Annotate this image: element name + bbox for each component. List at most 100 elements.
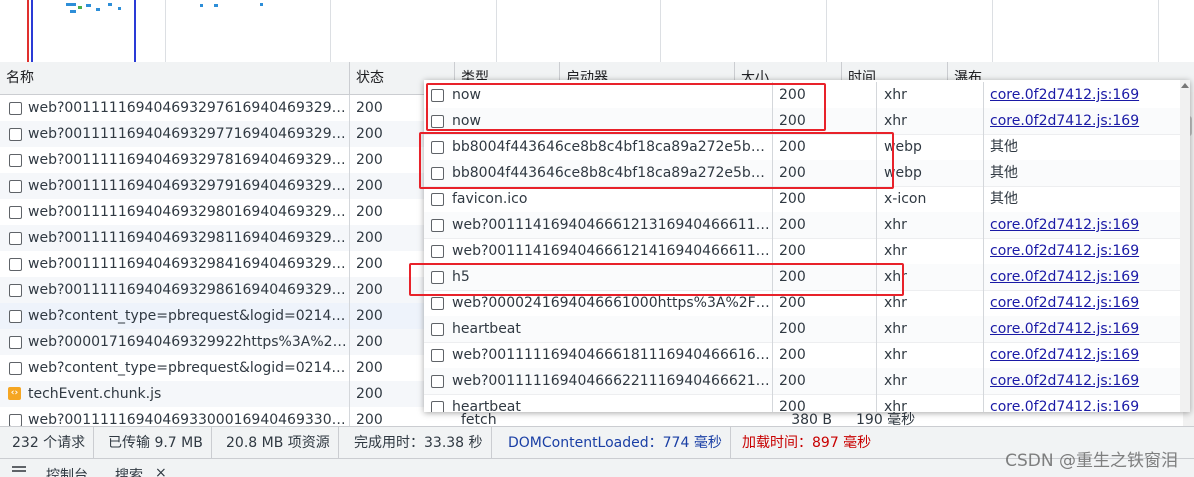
request-type: xhr [877, 394, 984, 412]
request-status: 200 [356, 126, 383, 142]
request-status: 200 [773, 264, 877, 290]
list-item[interactable]: web?00111116940466622111694046662163|...… [424, 368, 1190, 395]
overview-gridline [330, 0, 331, 62]
request-status: 200 [773, 394, 877, 412]
request-status: 200 [356, 308, 383, 324]
request-name: web?00111116940469329861694046932975|... [0, 277, 350, 303]
transferred-size: 已传输 9.7 MB [100, 427, 212, 459]
request-name: web?00001716940469329922https%3A%2F%2... [0, 329, 350, 355]
request-type: webp [877, 160, 984, 186]
initiator-link[interactable]: core.0f2d7412.js:169 [984, 368, 1190, 394]
list-item[interactable]: web?00002416940466610​00https%3A%2F%2...… [424, 290, 1190, 317]
request-name: web?00111416940466612131694046661105|... [424, 212, 773, 238]
watermark: CSDN @重生之铁窗泪 [1005, 451, 1178, 471]
request-status: 200 [356, 334, 383, 350]
request-name: favicon.ico [424, 186, 773, 212]
request-status: 200 [356, 178, 383, 194]
popup-scrollbar[interactable] [1180, 80, 1190, 412]
request-name: heartbeat [424, 394, 773, 412]
overview-bar [86, 4, 91, 7]
initiator-link[interactable]: core.0f2d7412.js:169 [984, 264, 1190, 290]
request-type: xhr [877, 316, 984, 342]
overview-bar [96, 8, 100, 11]
request-status: 200 [356, 360, 383, 376]
load-marker-line [27, 0, 29, 62]
request-status: 200 [356, 100, 383, 116]
overview-gridline [1158, 0, 1159, 62]
request-name: web?00111116940469329781694046932970|... [0, 147, 350, 173]
request-name: heartbeat [424, 316, 773, 342]
initiator-link[interactable]: core.0f2d7412.js:169 [984, 82, 1190, 108]
menu-icon[interactable] [12, 470, 26, 472]
request-name: h5 [424, 264, 773, 290]
list-item[interactable]: web?00111416940466612131694046661105|...… [424, 212, 1190, 239]
list-item[interactable]: web?00111116940466618111694046661614|...… [424, 342, 1190, 369]
overview-gridline [165, 0, 166, 62]
scroll-up-arrow-icon[interactable] [1181, 83, 1189, 88]
list-item[interactable]: bb8004f443646ce8b8c4bf18ca89a272e5b64a..… [424, 160, 1190, 187]
request-type: webp [877, 134, 984, 160]
overview-bar [70, 10, 76, 13]
tab-search[interactable]: 搜索 [115, 465, 143, 477]
column-header-name[interactable]: 名称 [0, 62, 350, 94]
initiator-text: 其他 [990, 139, 1018, 155]
overview-bar [118, 7, 121, 10]
initiator-link[interactable]: core.0f2d7412.js:169 [984, 316, 1190, 342]
waterfall-overview[interactable] [0, 0, 1194, 63]
request-name: bb8004f443646ce8b8c4bf18ca89a272e5b64a..… [424, 134, 773, 160]
request-type: xhr [877, 290, 984, 316]
initiator-link[interactable]: core.0f2d7412.js:169 [984, 290, 1190, 316]
list-item[interactable]: bb8004f443646ce8b8c4bf18ca89a272e5b64a..… [424, 134, 1190, 161]
initiator-link[interactable]: core.0f2d7412.js:169 [984, 394, 1190, 412]
close-icon[interactable]: × [155, 465, 167, 477]
request-type: xhr [877, 108, 984, 134]
resources-size: 20.8 MB 项资源 [218, 427, 339, 459]
overview-bar [66, 3, 76, 6]
request-status: 200 [773, 342, 877, 368]
list-item[interactable]: h5 200 xhr core.0f2d7412.js:169 [424, 264, 1190, 291]
request-name: web?00111116940469329811694046932970|... [0, 225, 350, 251]
dom-loaded-marker-line [31, 0, 33, 62]
initiator-link[interactable]: core.0f2d7412.js:169 [984, 108, 1190, 134]
request-name: web?00002416940466610​00https%3A%2F%2... [424, 290, 773, 316]
initiator-link[interactable]: core.0f2d7412.js:169 [984, 212, 1190, 238]
request-name: web?00111416940466612141694046661152|... [424, 238, 773, 264]
initiator-link[interactable]: core.0f2d7412.js:169 [984, 342, 1190, 368]
dom-loaded-marker-line [134, 0, 136, 62]
request-name: web?00111116940469329801694046932970|... [0, 199, 350, 225]
request-type: xhr [877, 368, 984, 394]
request-status: 200 [773, 290, 877, 316]
load-time: 加载时间：897 毫秒 [742, 435, 872, 451]
list-item[interactable]: web?00111416940466612141694046661152|...… [424, 238, 1190, 265]
list-item[interactable]: now 200 xhr core.0f2d7412.js:169 [424, 82, 1190, 109]
list-item[interactable]: favicon.ico 200 x-icon 其他 [424, 186, 1190, 213]
list-item[interactable]: heartbeat 200 xhr core.0f2d7412.js:169 [424, 316, 1190, 343]
initiator-link[interactable]: core.0f2d7412.js:169 [984, 238, 1190, 264]
request-name: web?content_type=pbrequest&logid=021436.… [0, 355, 350, 381]
overview-gridline [992, 0, 993, 62]
finish-time: 完成用时：33.38 秒 [346, 427, 492, 459]
request-name: techEvent.chunk.js [0, 381, 350, 407]
request-status: 200 [356, 230, 383, 246]
request-type: xhr [877, 238, 984, 264]
request-name: web?00111116940469329791694046932970|... [0, 173, 350, 199]
initiator-text: 其他 [990, 165, 1018, 181]
request-type: xhr [877, 264, 984, 290]
initiator-text: 其他 [990, 191, 1018, 207]
request-name: web?00111116940469329771694046932970|... [0, 121, 350, 147]
request-name: web?content_type=pbrequest&logid=021436.… [0, 303, 350, 329]
list-item[interactable]: heartbeat 200 xhr core.0f2d7412.js:169 [424, 394, 1190, 412]
request-name: web?00111116940466618111694046661614|... [424, 342, 773, 368]
request-status: 200 [773, 160, 877, 186]
overview-gridline [826, 0, 827, 62]
overview-bar [200, 4, 203, 7]
request-status: 200 [773, 238, 877, 264]
request-status: 200 [773, 134, 877, 160]
request-status: 200 [773, 212, 877, 238]
list-item[interactable]: now 200 xhr core.0f2d7412.js:169 [424, 108, 1190, 135]
request-status: 200 [356, 386, 383, 402]
request-list-popup: now 200 xhr core.0f2d7412.js:169 now 200… [424, 80, 1190, 412]
request-name: bb8004f443646ce8b8c4bf18ca89a272e5b64a..… [424, 160, 773, 186]
tab-console[interactable]: 控制台 [46, 465, 88, 477]
request-type: xhr [877, 212, 984, 238]
